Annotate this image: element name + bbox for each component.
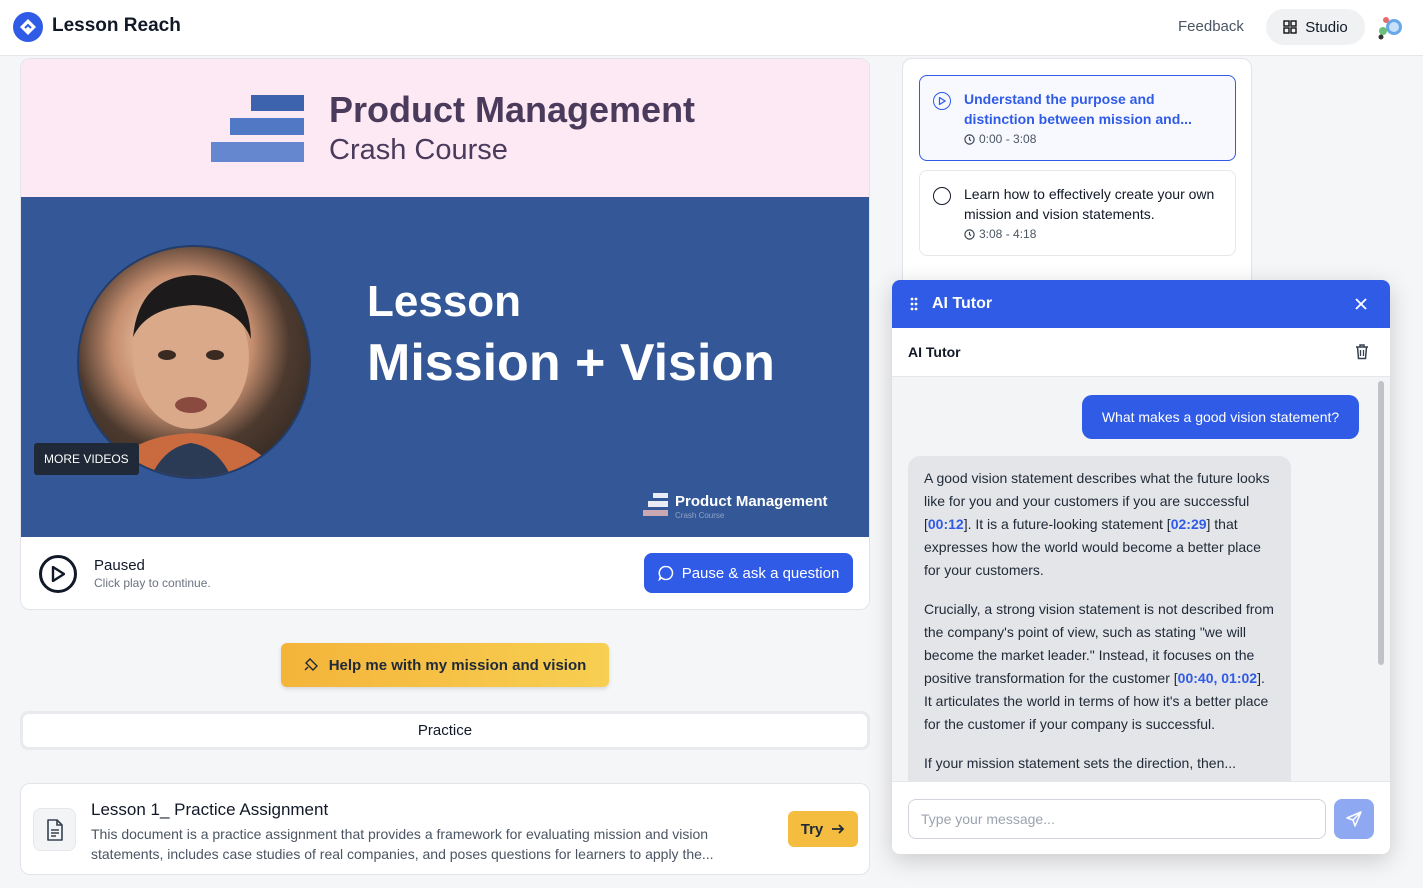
reply-paragraph: Crucially, a strong vision statement is … [924, 598, 1275, 736]
app-logo-icon[interactable] [13, 12, 43, 42]
play-button[interactable] [39, 555, 77, 593]
app-header: Lesson Reach Feedback Studio [0, 0, 1423, 56]
drag-handle-icon[interactable] [910, 297, 918, 311]
playback-hint: Click play to continue. [94, 576, 211, 590]
timestamp-link[interactable]: 00:40 [1178, 670, 1214, 686]
timestamp-link[interactable]: 00:12 [928, 516, 964, 532]
reply-text: If your mission statement sets the direc… [924, 755, 1237, 771]
mini-course-logo: Product Management Crash Course [643, 493, 828, 522]
trash-icon[interactable] [1354, 343, 1370, 360]
chapter-play-icon [933, 92, 951, 110]
play-icon [51, 566, 65, 582]
chapter-item[interactable]: Learn how to effectively create your own… [919, 170, 1236, 256]
chapter-item[interactable]: Understand the purpose and distinction b… [919, 75, 1236, 161]
pause-ask-button[interactable]: Pause & ask a question [644, 553, 853, 593]
ai-tutor-panel: AI Tutor AI Tutor What makes a good visi… [892, 280, 1390, 854]
chapter-time: 3:08 - 4:18 [964, 227, 1036, 241]
message-list[interactable]: What makes a good vision statement? A go… [892, 377, 1390, 781]
chapter-circle-icon [933, 187, 951, 205]
tab-practice[interactable]: Practice [23, 714, 867, 747]
try-label: Try [800, 820, 824, 838]
user-avatar[interactable] [1374, 12, 1406, 44]
tutor-subheader: AI Tutor [892, 328, 1390, 377]
practice-tabs: Practice [20, 711, 870, 750]
tutor-message: A good vision statement describes what t… [908, 456, 1291, 781]
feedback-link[interactable]: Feedback [1178, 18, 1244, 35]
message-input[interactable] [908, 799, 1326, 839]
timestamp-link[interactable]: 02:29 [1171, 516, 1207, 532]
send-button[interactable] [1334, 799, 1374, 839]
assignment-title: Lesson 1_ Practice Assignment [91, 800, 329, 819]
try-button[interactable]: Try [788, 811, 858, 847]
player-controls: Paused Click play to continue. Pause & a… [21, 537, 869, 609]
reply-paragraph: A good vision statement describes what t… [924, 467, 1275, 582]
arrow-right-icon [832, 824, 845, 834]
video-player[interactable]: Product Management Crash Course Lesson M… [20, 58, 870, 610]
pause-ask-label: Pause & ask a question [681, 564, 840, 582]
chapter-list: Understand the purpose and distinction b… [902, 58, 1252, 288]
chapter-time-label: 0:00 - 3:08 [979, 132, 1037, 146]
lesson-name: Mission + Vision [367, 334, 775, 392]
course-logo-icon [211, 95, 305, 168]
tutor-title: AI Tutor [932, 295, 993, 312]
close-icon[interactable] [1354, 297, 1368, 311]
banner-title: Product Management [329, 89, 696, 130]
timestamp-link[interactable]: 01:02 [1221, 670, 1257, 686]
mini-logo-title: Product Management [675, 493, 828, 510]
clock-icon [964, 133, 975, 145]
chapter-time-label: 3:08 - 4:18 [979, 227, 1037, 241]
chapter-title: Learn how to effectively create your own… [964, 186, 1215, 222]
send-icon [1346, 811, 1362, 827]
studio-label: Studio [1305, 18, 1348, 36]
playback-status: Paused [94, 557, 145, 574]
mini-logo-subtitle: Crash Course [675, 511, 725, 520]
sparkle-icon [304, 658, 318, 671]
document-icon [33, 808, 76, 851]
help-label: Help me with my mission and vision [328, 656, 587, 674]
mini-course-logo-icon [643, 493, 668, 516]
video-frame[interactable]: Lesson Mission + Vision MORE VIDEOS Prod… [21, 197, 869, 537]
more-videos-button[interactable]: MORE VIDEOS [34, 443, 139, 475]
course-banner: Product Management Crash Course [21, 59, 869, 197]
reply-paragraph: If your mission statement sets the direc… [924, 752, 1275, 775]
message-composer [892, 781, 1390, 854]
assignment-description: This document is a practice assignment t… [91, 826, 714, 862]
lesson-label: Lesson [367, 277, 522, 326]
studio-button[interactable]: Studio [1266, 9, 1365, 45]
grid-icon [1283, 20, 1297, 34]
reply-text: ]. It is a future-looking statement [ [963, 516, 1171, 532]
message-scrollbar[interactable] [1378, 381, 1384, 665]
help-mission-vision-button[interactable]: Help me with my mission and vision [281, 643, 609, 687]
tutor-header[interactable]: AI Tutor [892, 280, 1390, 328]
clock-icon [964, 228, 975, 240]
app-title[interactable]: Lesson Reach [52, 15, 181, 37]
assignment-card[interactable]: Lesson 1_ Practice Assignment This docum… [20, 783, 870, 875]
chapter-title: Understand the purpose and distinction b… [964, 91, 1192, 127]
chapter-time: 0:00 - 3:08 [964, 132, 1036, 146]
tutor-subtitle: AI Tutor [908, 344, 961, 360]
chat-bubble-icon [658, 565, 673, 581]
user-message: What makes a good vision statement? [1082, 395, 1359, 439]
banner-subtitle: Crash Course [329, 134, 508, 166]
